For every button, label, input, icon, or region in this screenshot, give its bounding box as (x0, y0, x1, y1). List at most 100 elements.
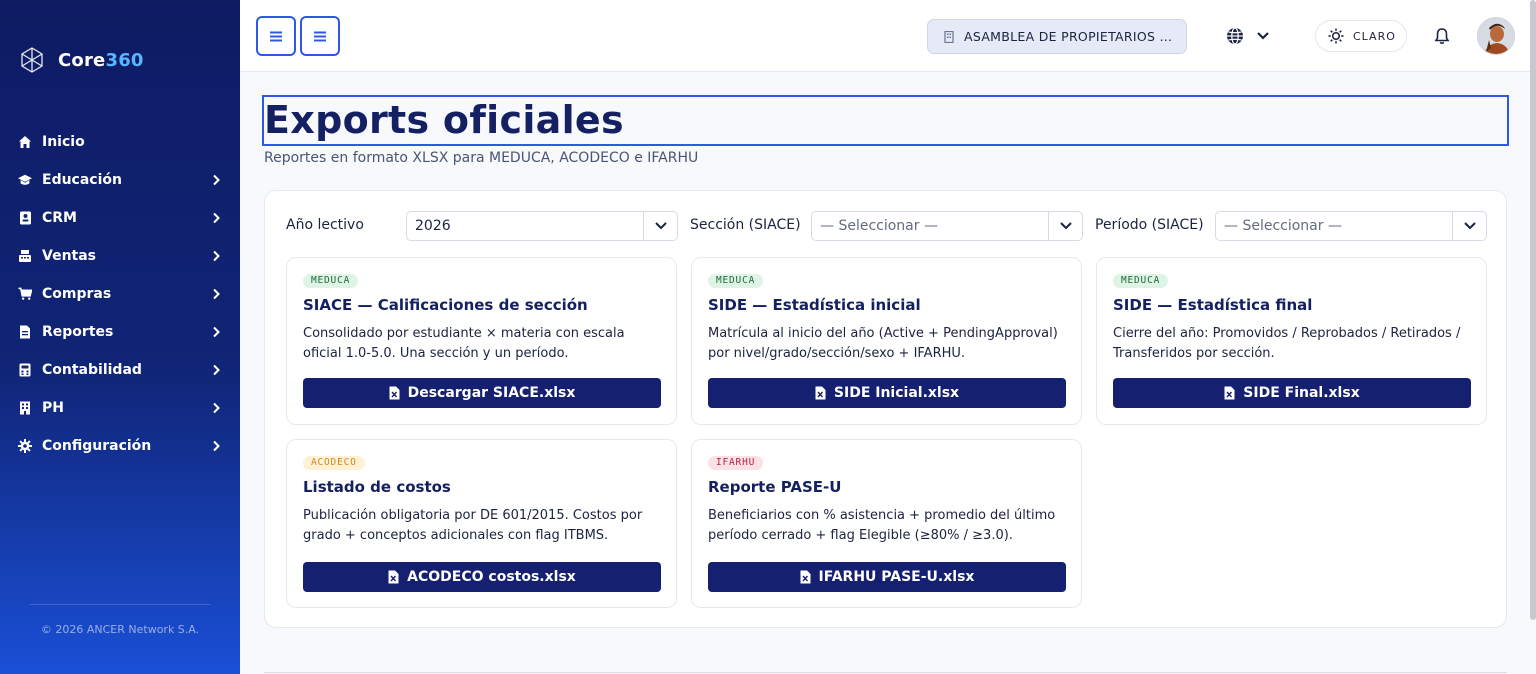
chevron-right-icon (213, 288, 220, 300)
bell-icon (1434, 28, 1450, 45)
download-side-final-button[interactable]: SIDE Final.xlsx (1113, 378, 1471, 408)
sidebar-item-ph[interactable]: PH (0, 389, 240, 427)
sidebar-collapse-button[interactable] (300, 16, 340, 56)
core360-logo-icon (21, 47, 43, 73)
source-badge: MEDUCA (708, 274, 764, 288)
sidebar-item-configuracion[interactable]: Configuración (0, 427, 240, 465)
graduation-cap-icon (18, 173, 32, 187)
button-label: SIDE Inicial.xlsx (833, 385, 960, 401)
exports-panel: Año lectivo 2026 Sección (SIACE) — Selec… (264, 190, 1507, 628)
sun-icon (1328, 28, 1344, 44)
export-card-siace: MEDUCA SIACE — Calificaciones de sección… (286, 257, 677, 425)
export-card-side-inicial: MEDUCA SIDE — Estadística inicial Matríc… (691, 257, 1082, 425)
organization-selector[interactable]: ASAMBLEA DE PROPIETARIOS DE … (927, 19, 1187, 54)
sidebar-item-ventas[interactable]: Ventas (0, 237, 240, 275)
chevron-right-icon (213, 250, 220, 262)
page-scrollbar[interactable] (1530, 0, 1536, 620)
cash-register-icon (18, 249, 32, 263)
chevron-right-icon (213, 440, 220, 452)
period-select[interactable]: — Seleccionar — (1215, 211, 1487, 241)
chevron-right-icon (213, 364, 220, 376)
file-excel-icon (1224, 386, 1235, 400)
report-file-icon (18, 325, 32, 339)
export-card-side-final: MEDUCA SIDE — Estadística final Cierre d… (1096, 257, 1487, 425)
sidebar-divider (30, 604, 210, 605)
chevron-down-icon (643, 212, 677, 240)
theme-label: CLARO (1353, 29, 1396, 43)
calculator-icon (18, 363, 32, 377)
organization-name: ASAMBLEA DE PROPIETARIOS DE … (964, 29, 1176, 44)
card-title: SIACE — Calificaciones de sección (303, 296, 588, 314)
building-icon (18, 401, 32, 415)
card-description: Publicación obligatoria por DE 601/2015.… (303, 508, 643, 543)
section-select[interactable]: — Seleccionar — (811, 211, 1083, 241)
year-select-value: 2026 (415, 218, 451, 234)
gear-icon (18, 439, 32, 453)
page-title: Exports oficiales (264, 98, 624, 142)
sidebar-item-label: Inicio (42, 134, 85, 150)
source-badge: MEDUCA (1113, 274, 1169, 288)
topbar: ASAMBLEA DE PROPIETARIOS DE … CLARO (240, 0, 1536, 72)
file-excel-icon (388, 570, 399, 584)
sidebar-item-compras[interactable]: Compras (0, 275, 240, 313)
source-badge: ACODECO (303, 456, 365, 470)
sidebar: Core360 Inicio Educación CRM Ventas Comp… (0, 0, 240, 674)
sidebar-item-label: Compras (42, 286, 112, 302)
brand-name: Core360 (58, 49, 144, 71)
card-title: SIDE — Estadística final (1113, 296, 1313, 314)
shopping-cart-icon (18, 287, 32, 301)
sidebar-item-label: Contabilidad (42, 362, 142, 378)
sidebar-nav: Inicio Educación CRM Ventas Compras Repo… (0, 123, 240, 465)
language-selector[interactable] (1226, 24, 1270, 48)
sidebar-item-label: CRM (42, 210, 77, 226)
card-description: Matrícula al inicio del año (Active + Pe… (708, 326, 1058, 361)
sidebar-item-label: Reportes (42, 324, 114, 340)
theme-toggle-button[interactable]: CLARO (1315, 20, 1407, 52)
download-ifarhu-button[interactable]: IFARHU PASE-U.xlsx (708, 562, 1066, 592)
button-label: Descargar SIACE.xlsx (407, 385, 576, 401)
export-card-ifarhu: IFARHU Reporte PASE-U Beneficiarios con … (691, 439, 1082, 608)
source-badge: IFARHU (708, 456, 764, 470)
card-title: SIDE — Estadística inicial (708, 296, 921, 314)
brand-logo[interactable]: Core360 (18, 46, 144, 74)
menu-toggle-button[interactable] (256, 16, 296, 56)
globe-icon (1227, 27, 1243, 45)
hamburger-icon (270, 31, 282, 41)
download-side-inicial-button[interactable]: SIDE Inicial.xlsx (708, 378, 1066, 408)
building-icon (944, 30, 954, 43)
footer-divider (264, 672, 1507, 673)
sidebar-item-label: Ventas (42, 248, 97, 264)
card-title: Reporte PASE-U (708, 478, 842, 496)
sidebar-item-inicio[interactable]: Inicio (0, 123, 240, 161)
sidebar-item-educacion[interactable]: Educación (0, 161, 240, 199)
button-label: ACODECO costos.xlsx (407, 569, 576, 585)
card-description: Beneficiarios con % asistencia + promedi… (708, 508, 1056, 543)
year-label: Año lectivo (286, 217, 364, 233)
file-excel-icon (389, 386, 400, 400)
sidebar-item-crm[interactable]: CRM (0, 199, 240, 237)
chevron-right-icon (213, 326, 220, 338)
chevron-right-icon (213, 212, 220, 224)
year-select[interactable]: 2026 (406, 211, 678, 241)
notifications-button[interactable] (1432, 26, 1452, 46)
source-badge: MEDUCA (303, 274, 359, 288)
file-excel-icon (800, 570, 811, 584)
home-icon (18, 135, 32, 149)
sidebar-item-label: Educación (42, 172, 122, 188)
file-excel-icon (815, 386, 826, 400)
sidebar-item-reportes[interactable]: Reportes (0, 313, 240, 351)
contact-card-icon (18, 211, 32, 225)
button-label: SIDE Final.xlsx (1243, 385, 1360, 401)
chevron-right-icon (213, 174, 220, 186)
export-card-acodeco: ACODECO Listado de costos Publicación ob… (286, 439, 677, 608)
download-siace-button[interactable]: Descargar SIACE.xlsx (303, 378, 661, 408)
user-avatar[interactable] (1477, 17, 1515, 55)
download-acodeco-button[interactable]: ACODECO costos.xlsx (303, 562, 661, 592)
chevron-right-icon (213, 402, 220, 414)
sidebar-item-contabilidad[interactable]: Contabilidad (0, 351, 240, 389)
chevron-down-icon (1257, 32, 1269, 40)
sidebar-item-label: PH (42, 400, 64, 416)
period-label: Período (SIACE) (1095, 217, 1204, 233)
sidebar-footer: © 2026 ANCER Network S.A. (40, 623, 200, 636)
sidebar-item-label: Configuración (42, 438, 152, 454)
